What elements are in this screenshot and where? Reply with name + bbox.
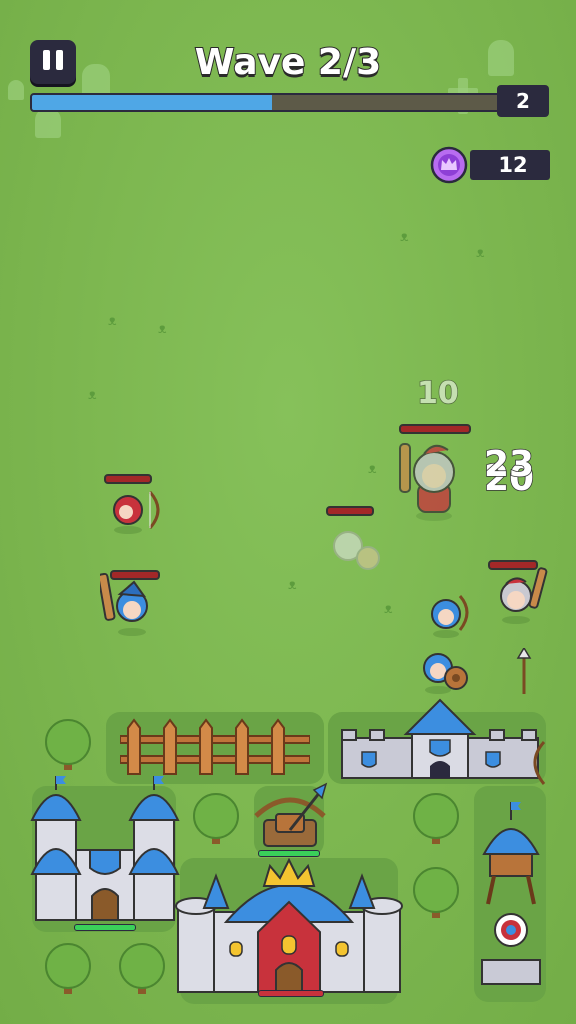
archery-watchtower [481, 802, 541, 985]
wave-counter-badge: 2 [497, 85, 549, 117]
keep-health-bar [258, 990, 324, 997]
blue-castle [30, 776, 180, 921]
enemy-knight-unit [500, 567, 548, 624]
castle-progress-bar [74, 924, 136, 931]
tree-decoration [413, 793, 459, 844]
damage-number: 23 [483, 443, 535, 486]
gem-counter: 12 [470, 150, 550, 180]
tree-decoration [45, 719, 91, 770]
grass-tuft: ᴥ [158, 321, 167, 337]
gravestone-decoration [8, 80, 24, 100]
grass-tuft: ᴥ [476, 245, 485, 261]
gravestone-decoration [35, 108, 61, 138]
royal-keep [175, 857, 403, 993]
wall-archer-bow [533, 740, 546, 785]
enemy-archer-unit [113, 491, 160, 534]
ally-archer-unit [431, 595, 469, 638]
ballista-turret [254, 782, 328, 847]
grass-tuft: ᴥ [368, 461, 377, 477]
enemy-health-bar [104, 474, 152, 484]
crown-gem-icon [430, 146, 468, 184]
enemy-shield-unit [333, 531, 380, 570]
wave-title: Wave 2/3 [194, 41, 382, 84]
wave-progress-fill [32, 95, 272, 110]
tree-decoration [119, 943, 165, 994]
tree-decoration [193, 793, 239, 844]
enemy-health-bar [399, 424, 471, 434]
tree-decoration [45, 943, 91, 994]
ally-shield-unit [423, 653, 468, 694]
tree-decoration [413, 867, 459, 918]
enemy-knight-unit [399, 443, 455, 521]
enemy-health-bar [326, 506, 374, 516]
grass-tuft: ᴥ [400, 229, 409, 245]
grass-tuft: ᴥ [88, 387, 97, 403]
grass-tuft: ᴥ [384, 601, 393, 617]
grass-tuft: ᴥ [108, 313, 117, 329]
damage-number: 10 [416, 375, 459, 412]
ally-swordsman-unit [100, 572, 148, 636]
wave-progress-bar [30, 93, 514, 112]
grass-tuft: ᴥ [288, 577, 297, 593]
stone-wall-gate [341, 698, 539, 779]
wooden-fence [120, 718, 310, 775]
gem-count: 12 [498, 153, 528, 177]
arrow-projectile [516, 648, 532, 694]
